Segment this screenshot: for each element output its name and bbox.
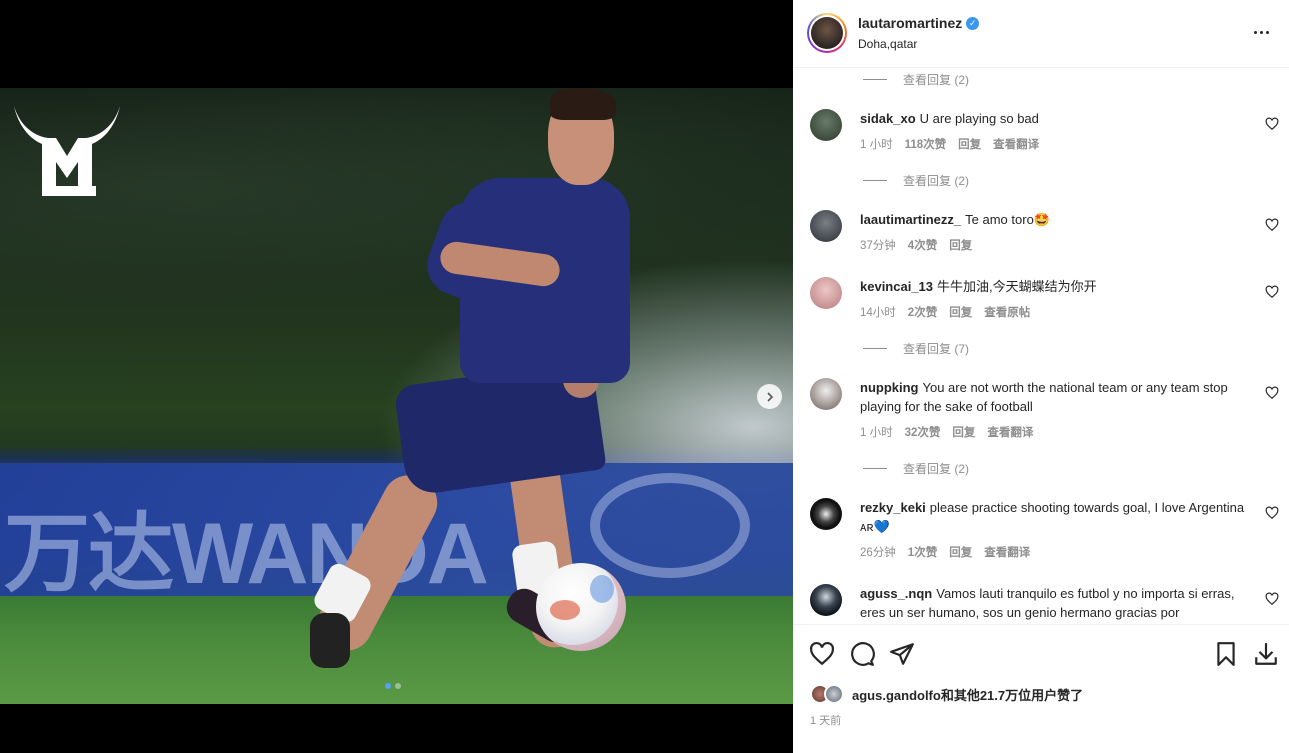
post-media: 万达WANDA bbox=[0, 0, 793, 753]
comment-meta: 37分钟 4次赞 回复 bbox=[860, 240, 973, 252]
comment-like-heart-icon[interactable] bbox=[1265, 218, 1279, 232]
author-username[interactable]: lautaromartinez ✓ bbox=[858, 15, 980, 31]
comment-like-heart-icon[interactable] bbox=[1265, 117, 1279, 131]
post-side-panel: lautaromartinez ✓ Doha,qatar 查看回复 (2) si… bbox=[793, 0, 1289, 753]
comment-meta: 1 小时 32次赞 回复 查看翻译 bbox=[860, 427, 1034, 439]
bookmark-icon[interactable] bbox=[1213, 641, 1239, 667]
chevron-right-icon bbox=[766, 391, 773, 402]
comment-text: Te amo toro🤩 bbox=[965, 212, 1050, 227]
comment-username[interactable]: aguss_.nqn bbox=[860, 586, 932, 601]
verified-badge-icon: ✓ bbox=[966, 16, 980, 30]
comment-avatar[interactable] bbox=[810, 277, 842, 309]
carousel-indicator bbox=[385, 683, 401, 689]
carousel-dot-active bbox=[385, 683, 391, 689]
comments-list: 查看回复 (2) sidak_xo U are playing so bad 1 … bbox=[793, 68, 1289, 624]
comment-text: U are playing so bad bbox=[919, 111, 1039, 126]
view-replies-button[interactable]: 查看回复 (2) bbox=[863, 71, 969, 88]
comment-meta: 1 小时 118次赞 回复 查看翻译 bbox=[860, 139, 1040, 151]
comment-icon[interactable] bbox=[849, 641, 875, 667]
comment-avatar[interactable] bbox=[810, 210, 842, 242]
bull-logo-icon bbox=[14, 106, 120, 196]
comment-text: 牛牛加油,今天蝴蝶结为你开 bbox=[937, 279, 1097, 294]
comment-username[interactable]: nuppking bbox=[860, 380, 919, 395]
comment-username[interactable]: sidak_xo bbox=[860, 111, 916, 126]
post-header: lautaromartinez ✓ Doha,qatar bbox=[793, 0, 1289, 68]
carousel-next-button[interactable] bbox=[757, 384, 782, 409]
view-replies-button[interactable]: 查看回复 (7) bbox=[863, 340, 969, 357]
comment-like-heart-icon[interactable] bbox=[1265, 592, 1279, 606]
comment-like-heart-icon[interactable] bbox=[1265, 506, 1279, 520]
comment-avatar[interactable] bbox=[810, 498, 842, 530]
comment-avatar[interactable] bbox=[810, 584, 842, 616]
comment-username[interactable]: rezky_keki bbox=[860, 500, 926, 515]
liker-avatars bbox=[810, 684, 846, 704]
heart-icon[interactable] bbox=[809, 641, 835, 667]
view-replies-button[interactable]: 查看回复 (2) bbox=[863, 172, 969, 189]
comment-like-heart-icon[interactable] bbox=[1265, 285, 1279, 299]
comment-avatar[interactable] bbox=[810, 378, 842, 410]
post-timestamp: 1 天前 bbox=[810, 715, 842, 727]
comment-avatar[interactable] bbox=[810, 109, 842, 141]
author-avatar[interactable] bbox=[807, 13, 847, 53]
view-replies-button[interactable]: 查看回复 (2) bbox=[863, 460, 969, 477]
post-location[interactable]: Doha,qatar bbox=[858, 37, 917, 51]
more-options-button[interactable] bbox=[1248, 22, 1274, 42]
comment-username[interactable]: kevincai_13 bbox=[860, 279, 933, 294]
comment-username[interactable]: laautimartinezz_ bbox=[860, 212, 961, 227]
likes-summary[interactable]: agus.gandolfo和其他21.7万位用户赞了 bbox=[810, 684, 1083, 704]
comment-like-heart-icon[interactable] bbox=[1265, 386, 1279, 400]
comment-meta: 26分钟 1次赞 回复 查看翻译 bbox=[860, 547, 1031, 559]
post-actions: agus.gandolfo和其他21.7万位用户赞了 1 天前 bbox=[793, 624, 1289, 753]
send-icon[interactable] bbox=[889, 641, 915, 667]
download-icon[interactable] bbox=[1253, 641, 1279, 667]
comment-meta: 14小时 2次赞 回复 查看原帖 bbox=[860, 307, 1031, 319]
likes-text[interactable]: agus.gandolfo和其他21.7万位用户赞了 bbox=[852, 685, 1083, 704]
carousel-dot bbox=[395, 683, 401, 689]
